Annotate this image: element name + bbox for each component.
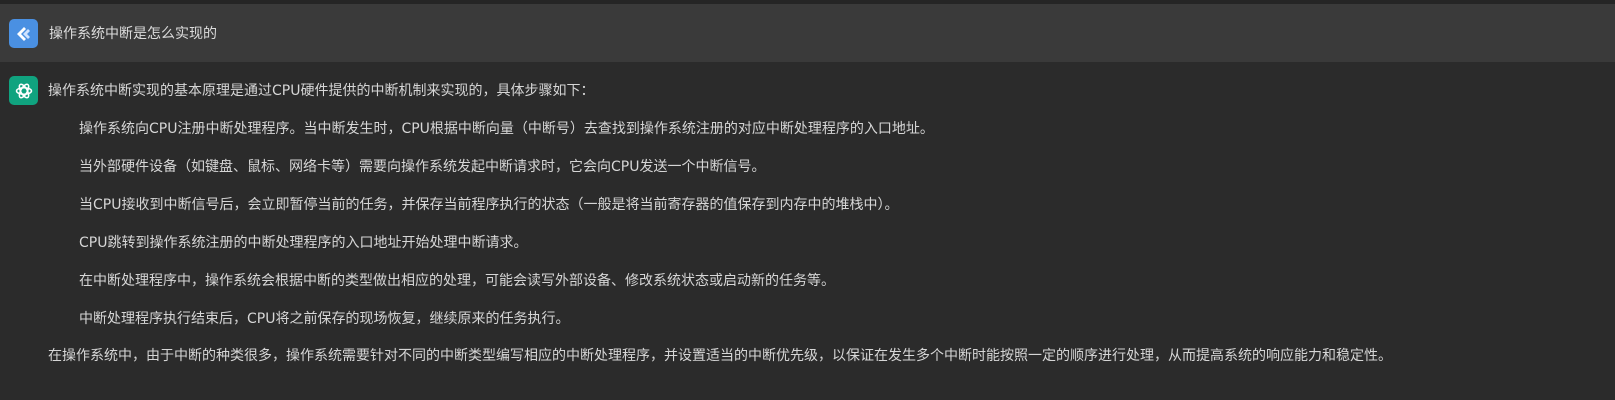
openai-logo-icon: [9, 76, 38, 105]
answer-step: 在中断处理程序中，操作系统会根据中断的类型做出相应的处理，可能会读写外部设备、修…: [79, 273, 835, 289]
answer-steps: 操作系统向CPU注册中断处理程序。当中断发生时，CPU根据中断向量（中断号）去查…: [48, 119, 1615, 329]
answer-step: CPU跳转到操作系统注册的中断处理程序的入口地址开始处理中断请求。: [79, 235, 528, 251]
answer-conclusion: 在操作系统中，由于中断的种类很多，操作系统需要针对不同的中断类型编写相应的中断处…: [48, 348, 1392, 364]
answer-step: 中断处理程序执行结束后，CPU将之前保存的现场恢复，继续原来的任务执行。: [79, 311, 570, 327]
answer-step: 当外部硬件设备（如键盘、鼠标、网络卡等）需要向操作系统发起中断请求时，它会向CP…: [79, 159, 766, 175]
user-message-text: 操作系统中断是怎么实现的: [49, 26, 217, 42]
assistant-answer: 操作系统中断实现的基本原理是通过CPU硬件提供的中断机制来实现的，具体步骤如下：…: [48, 81, 1615, 366]
answer-step: 操作系统向CPU注册中断处理程序。当中断发生时，CPU根据中断向量（中断号）去查…: [79, 121, 934, 137]
answer-intro: 操作系统中断实现的基本原理是通过CPU硬件提供的中断机制来实现的，具体步骤如下：: [48, 83, 595, 99]
user-message: 操作系统中断是怎么实现的: [0, 4, 1615, 62]
app-logo-icon: [9, 18, 38, 48]
answer-step: 当CPU接收到中断信号后，会立即暂停当前的任务，并保存当前程序执行的状态（一般是…: [79, 197, 899, 213]
assistant-message: 操作系统中断实现的基本原理是通过CPU硬件提供的中断机制来实现的，具体步骤如下：…: [0, 62, 1615, 366]
